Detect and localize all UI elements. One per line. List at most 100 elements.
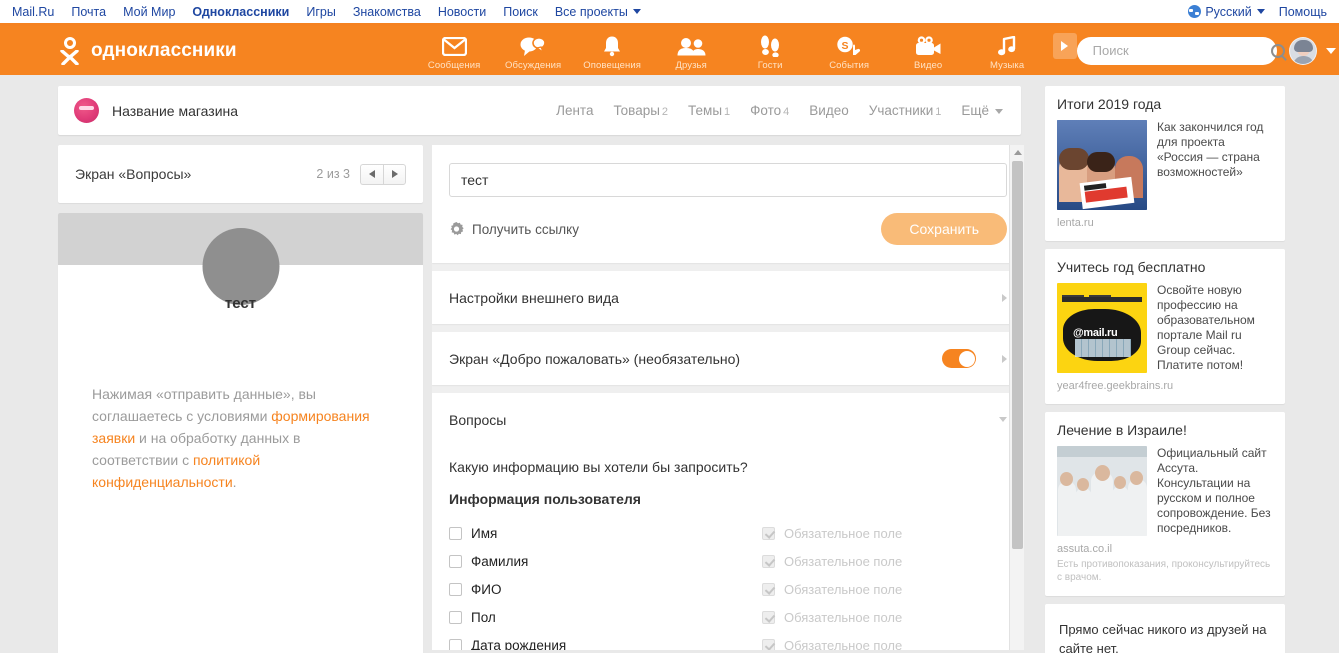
nav-item-friends[interactable]: Друзья [652, 30, 731, 71]
checkbox-full-name[interactable] [449, 582, 462, 596]
gear-icon [449, 221, 464, 237]
ad-title-2[interactable]: Учитесь год бесплатно [1057, 259, 1273, 275]
group-tab-members-count: 1 [935, 106, 942, 118]
mailru-link-igry[interactable]: Игры [306, 5, 335, 19]
mailru-link-moymir[interactable]: Мой Мир [123, 5, 175, 19]
group-tab-video[interactable]: Видео [809, 103, 848, 118]
gift-coin-icon: S [810, 34, 889, 58]
section-appearance-label: Настройки внешнего вида [449, 289, 619, 306]
help-link[interactable]: Помощь [1279, 5, 1327, 19]
mailru-link-pochta[interactable]: Почта [71, 5, 106, 19]
chevron-down-icon[interactable] [999, 417, 1007, 422]
language-label[interactable]: Русский [1205, 5, 1251, 19]
checkbox-gender[interactable] [449, 610, 462, 624]
screen-name-input[interactable] [449, 163, 1007, 197]
search-box[interactable] [1076, 36, 1285, 65]
section-welcome[interactable]: Экран «Добро пожаловать» (необязательно) [432, 332, 1024, 385]
ad-thumbnail-3[interactable] [1057, 446, 1147, 536]
checkbox-required-gender [762, 610, 775, 624]
nav-item-video[interactable]: Видео [889, 30, 968, 71]
mailru-link-poisk[interactable]: Поиск [503, 5, 538, 19]
ad-thumbnail-2[interactable]: @mail.ru [1057, 283, 1147, 373]
ad-text-3[interactable]: Официальный сайт Ассута. Консультации на… [1157, 446, 1273, 536]
checkbox-birthdate[interactable] [449, 638, 462, 650]
group-tab-photo[interactable]: Фото 4 [750, 103, 789, 118]
group-tab-video-label: Видео [809, 103, 849, 118]
mailru-top-bar: Mail.Ru Почта Мой Мир Одноклассники Игры… [0, 0, 1339, 26]
terms-suffix: . [232, 474, 237, 490]
center-scrollbar[interactable] [1009, 145, 1024, 650]
ad-card-1[interactable]: Итоги 2019 года Как закончился год для п… [1045, 86, 1285, 241]
question-item-birthdate: Дата рождения Обязательное поле [449, 631, 1007, 650]
ad-text-2[interactable]: Освойте новую профессию на образовательн… [1157, 283, 1273, 373]
ad-thumbnail-1[interactable] [1057, 120, 1147, 210]
get-link-button[interactable]: Получить ссылку [472, 222, 579, 237]
prev-screen-button[interactable] [360, 163, 383, 185]
section-appearance[interactable]: Настройки внешнего вида [432, 271, 1024, 324]
chevron-right-icon[interactable] [1002, 354, 1007, 363]
ad-title-3[interactable]: Лечение в Израиле! [1057, 422, 1273, 438]
nav-label-discussions: Обсуждения [505, 60, 562, 71]
group-tab-members[interactable]: Участники 1 [869, 103, 942, 118]
ad-card-2[interactable]: Учитесь год бесплатно @mail.ru Освойте н… [1045, 249, 1285, 404]
required-full-name: Обязательное поле [762, 582, 1007, 597]
scroll-up-icon[interactable] [1010, 145, 1024, 160]
ok-logo-icon [58, 36, 82, 66]
center-column: Получить ссылку Сохранить Настройки внеш… [432, 145, 1024, 650]
avatar[interactable] [1288, 36, 1317, 65]
nav-label-video: Видео [914, 60, 943, 71]
section-welcome-row[interactable]: Экран «Добро пожаловать» (необязательно) [432, 332, 1024, 385]
mailru-link-znakomstva[interactable]: Знакомства [353, 5, 421, 19]
screen-pager: 2 из 3 [316, 163, 406, 185]
pager-buttons [360, 163, 406, 185]
scrollbar-thumb[interactable] [1012, 161, 1023, 549]
arrow-left-icon [369, 170, 375, 178]
right-column: Итоги 2019 года Как закончился год для п… [1045, 86, 1285, 653]
save-button[interactable]: Сохранить [881, 213, 1007, 245]
nav-more-button[interactable] [1052, 32, 1077, 59]
nav-item-events[interactable]: S События [810, 30, 889, 71]
ad-card-3[interactable]: Лечение в Израиле! Официальный сайт Ассу… [1045, 412, 1285, 596]
group-tab-topics-count: 1 [724, 106, 731, 118]
group-tab-products-label: Товары [613, 103, 660, 118]
ok-logo[interactable]: одноклассники [58, 36, 237, 66]
section-questions-label: Вопросы [449, 411, 507, 428]
checkbox-required-birthdate [762, 638, 775, 650]
ad-body-1: Как закончился год для проекта «Россия —… [1057, 120, 1273, 210]
section-appearance-row[interactable]: Настройки внешнего вида [432, 271, 1024, 324]
group-tab-more[interactable]: Ещё [961, 103, 1003, 118]
search-input[interactable] [1090, 42, 1271, 59]
mailru-link-odnoklassniki[interactable]: Одноклассники [192, 5, 289, 19]
next-screen-button[interactable] [383, 163, 406, 185]
ad-text-1[interactable]: Как закончился год для проекта «Россия —… [1157, 120, 1273, 210]
section-questions-row[interactable]: Вопросы [432, 393, 1024, 446]
nav-item-music[interactable]: Музыка [968, 30, 1047, 71]
nav-item-messages[interactable]: Сообщения [415, 30, 494, 71]
group-tab-feed[interactable]: Лента [556, 103, 593, 118]
group-tab-photo-label: Фото [750, 103, 782, 118]
search-icon[interactable] [1270, 43, 1285, 58]
mailru-all-projects[interactable]: Все проекты [555, 5, 641, 19]
checkbox-first-name[interactable] [449, 526, 462, 540]
chevron-right-icon[interactable] [1002, 293, 1007, 302]
mailru-link-mailru[interactable]: Mail.Ru [12, 5, 54, 19]
nav-item-discussions[interactable]: Обсуждения [494, 30, 573, 71]
group-tab-topics[interactable]: Темы 1 [688, 103, 730, 118]
mailru-right-links: Русский Помощь [1188, 5, 1327, 19]
chevron-down-icon[interactable] [1325, 47, 1336, 54]
welcome-screen-toggle[interactable] [942, 349, 976, 368]
screen-name-row [432, 145, 1024, 197]
group-tab-photo-count: 4 [783, 106, 790, 118]
nav-item-guests[interactable]: Гости [731, 30, 810, 71]
preview-avatar [202, 228, 279, 305]
checkbox-last-name[interactable] [449, 554, 462, 568]
language-switcher[interactable]: Русский [1188, 5, 1265, 19]
group-logo-icon[interactable] [74, 98, 99, 123]
footsteps-icon [731, 34, 810, 58]
nav-item-notifications[interactable]: Оповещения [573, 30, 652, 71]
group-name[interactable]: Название магазина [112, 103, 238, 119]
group-tab-products[interactable]: Товары 2 [613, 103, 668, 118]
ad-title-1[interactable]: Итоги 2019 года [1057, 96, 1273, 112]
mailru-all-projects-label[interactable]: Все проекты [555, 5, 628, 19]
mailru-link-novosti[interactable]: Новости [438, 5, 486, 19]
